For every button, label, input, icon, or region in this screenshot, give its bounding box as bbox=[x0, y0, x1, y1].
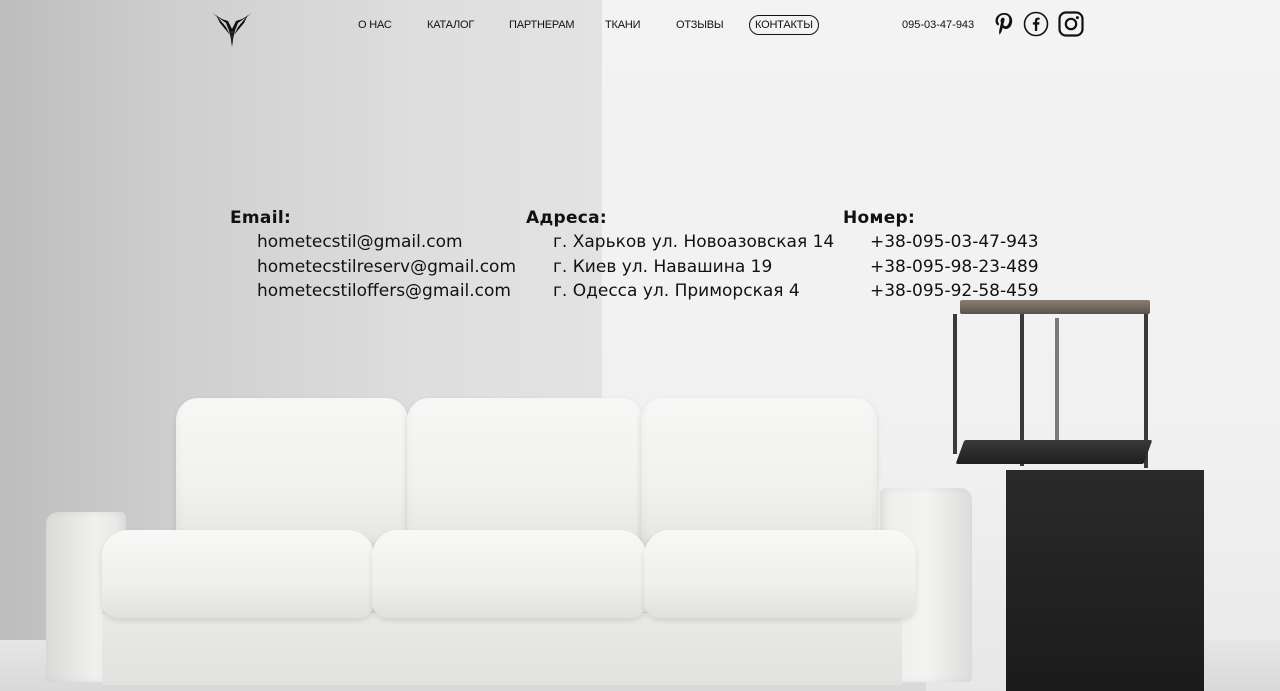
phone-column: Номер: +38-095-03-47-943 +38-095-98-23-4… bbox=[843, 206, 1039, 304]
sofa-seat-cushion bbox=[644, 530, 916, 618]
facebook-icon[interactable] bbox=[1023, 11, 1049, 37]
email-link[interactable]: hometecstil@gmail.com bbox=[257, 230, 516, 255]
phone-list: +38-095-03-47-943 +38-095-98-23-489 +38-… bbox=[843, 230, 1039, 304]
address-item: г. Одесса ул. Приморская 4 bbox=[553, 281, 800, 301]
email-heading: Email: bbox=[230, 208, 292, 228]
sofa-back-cushion bbox=[176, 398, 408, 548]
email-column: Email: hometecstil@gmail.com hometecstil… bbox=[230, 206, 516, 304]
nav-item-contacts[interactable]: КОНТАКТЫ bbox=[749, 15, 819, 35]
phone-link[interactable]: +38-095-03-47-943 bbox=[870, 230, 1039, 255]
address-item: г. Киев ул. Навашина 19 bbox=[553, 256, 773, 277]
address-list: г. Харьков ул. Новоазовская 14 г. Киев у… bbox=[526, 230, 834, 304]
nav-item-about[interactable]: О НАС bbox=[358, 16, 392, 34]
instagram-icon[interactable] bbox=[1058, 11, 1084, 37]
email-list: hometecstil@gmail.com hometecstilreserv@… bbox=[230, 230, 516, 304]
nav-item-fabrics[interactable]: ТКАНИ bbox=[605, 16, 641, 34]
nav-item-partners[interactable]: ПАРТНЕРАМ bbox=[509, 16, 575, 34]
sofa-back-cushion bbox=[407, 398, 643, 548]
pedestal-block bbox=[1006, 470, 1204, 691]
address-heading: Адреса: bbox=[526, 208, 608, 228]
email-link[interactable]: hometecstilreserv@gmail.com bbox=[257, 255, 516, 280]
pinterest-icon[interactable] bbox=[991, 11, 1017, 37]
sofa-seat-cushion bbox=[372, 530, 646, 618]
sofa-seat-cushion bbox=[102, 530, 374, 618]
side-table-bottom-tray bbox=[955, 440, 1153, 464]
header-phone[interactable]: 095-03-47-943 bbox=[902, 17, 974, 33]
nav-item-reviews[interactable]: ОТЗЫВЫ bbox=[676, 16, 724, 34]
nav-item-catalog[interactable]: КАТАЛОГ bbox=[427, 16, 474, 34]
sofa-base bbox=[102, 612, 902, 685]
phone-heading: Номер: bbox=[843, 208, 916, 228]
address-column: Адреса: г. Харьков ул. Новоазовская 14 г… bbox=[526, 206, 834, 304]
side-table-leg bbox=[1055, 318, 1059, 446]
phone-link[interactable]: +38-095-92-58-459 bbox=[870, 279, 1039, 304]
hero-background bbox=[0, 0, 1280, 691]
site-header: О НАС КАТАЛОГ ПАРТНЕРАМ ТКАНИ ОТЗЫВЫ КОН… bbox=[0, 0, 1280, 50]
phone-link[interactable]: +38-095-98-23-489 bbox=[870, 255, 1039, 280]
address-item: г. Харьков ул. Новоазовская 14 bbox=[553, 232, 835, 252]
sofa-back-cushion bbox=[641, 398, 877, 548]
main-nav: О НАС КАТАЛОГ ПАРТНЕРАМ ТКАНИ ОТЗЫВЫ КОН… bbox=[0, 15, 1280, 36]
side-table-leg bbox=[953, 314, 957, 454]
email-link[interactable]: hometecstiloffers@gmail.com bbox=[257, 279, 516, 304]
